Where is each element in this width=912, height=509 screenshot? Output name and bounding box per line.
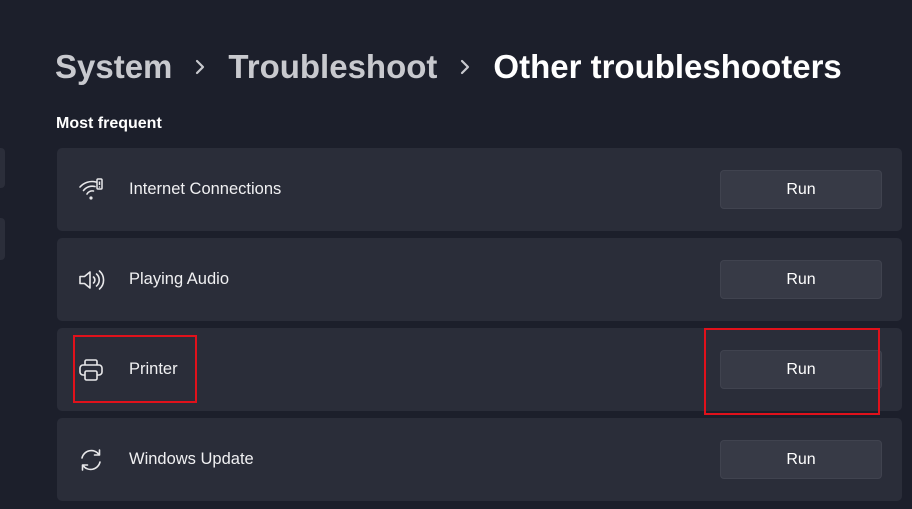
troubleshooter-label: Windows Update (129, 450, 254, 468)
troubleshooter-playing-audio: Playing Audio Run (57, 238, 902, 321)
breadcrumb-item-troubleshoot[interactable]: Troubleshoot (228, 48, 437, 86)
run-button[interactable]: Run (720, 260, 882, 299)
troubleshooter-windows-update: Windows Update Run (57, 418, 902, 501)
section-title: Most frequent (56, 115, 162, 132)
chevron-right-icon (437, 58, 493, 76)
troubleshooter-label: Printer (129, 360, 178, 378)
printer-icon (77, 356, 105, 384)
troubleshooter-internet-connections: Internet Connections Run (57, 148, 902, 231)
run-button[interactable]: Run (720, 170, 882, 209)
chevron-right-icon (172, 58, 228, 76)
nav-pane-item[interactable] (0, 218, 5, 260)
troubleshooter-printer: Printer Run (57, 328, 902, 411)
nav-pane-item[interactable] (0, 148, 5, 188)
wifi-icon (77, 176, 105, 204)
troubleshooter-label: Internet Connections (129, 180, 282, 198)
troubleshooter-label: Playing Audio (129, 270, 229, 288)
breadcrumb-item-system[interactable]: System (55, 48, 172, 86)
breadcrumb: System Troubleshoot Other troubleshooter… (55, 44, 842, 90)
page-title: Other troubleshooters (493, 48, 842, 85)
refresh-icon (77, 446, 105, 474)
run-button[interactable]: Run (720, 350, 882, 389)
run-button[interactable]: Run (720, 440, 882, 479)
speaker-icon (77, 266, 105, 294)
